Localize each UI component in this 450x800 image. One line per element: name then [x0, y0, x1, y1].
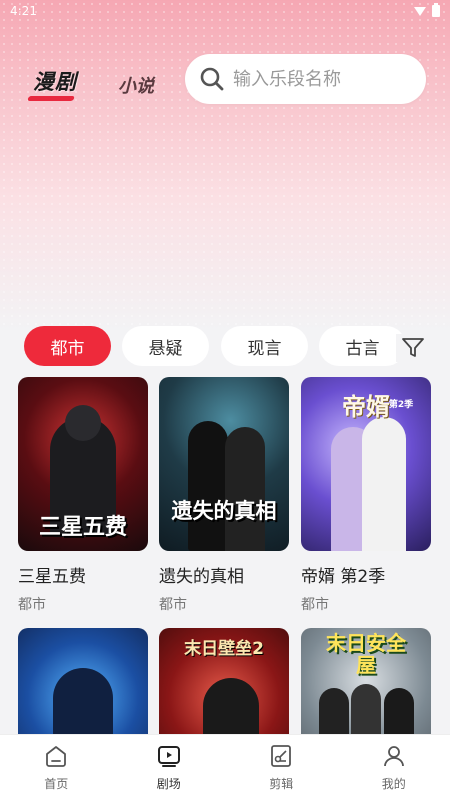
search-input[interactable] — [233, 68, 413, 90]
drama-card[interactable]: 遗失的真相 遗失的真相 都市 — [159, 377, 289, 614]
category-chip-xuanyi[interactable]: 悬疑 — [122, 326, 209, 366]
drama-title: 遗失的真相 — [159, 567, 244, 587]
cover-title: 遗失的真相 — [171, 499, 277, 523]
top-header: 漫剧 小说 — [0, 52, 450, 108]
drama-cover: 遗失的真相 — [159, 377, 289, 551]
search-bar[interactable] — [185, 54, 426, 104]
status-bar: 4:21 — [0, 0, 450, 22]
drama-cover: 帝婿 第2季 — [301, 377, 431, 551]
status-icons — [414, 3, 440, 17]
nav-home-label: 首页 — [44, 777, 69, 791]
cover-subtitle: 第2季 — [388, 400, 414, 410]
active-tab-indicator — [27, 96, 75, 101]
drama-cover: 三星五费 — [18, 377, 148, 551]
tab-drama[interactable]: 漫剧 — [24, 64, 86, 98]
category-chip-dushi[interactable]: 都市 — [24, 326, 111, 366]
drama-card[interactable]: 三星五费 三星五费 都市 — [18, 377, 148, 614]
tab-drama-label: 漫剧 — [33, 70, 77, 94]
nav-theater-label: 剧场 — [156, 777, 181, 791]
cover-title: 末日安全屋 — [326, 631, 406, 677]
nav-edit-label: 剪辑 — [269, 777, 294, 791]
category-chip-guyan[interactable]: 古言 — [319, 326, 406, 366]
status-time: 4:21 — [10, 4, 37, 18]
category-tabs: 都市 悬疑 现言 古言 — [0, 326, 450, 366]
header-background — [0, 0, 450, 330]
category-chip-xianyan[interactable]: 现言 — [221, 326, 308, 366]
tab-novel[interactable]: 小说 — [118, 72, 154, 98]
theater-icon — [157, 746, 180, 767]
edit-icon — [271, 745, 292, 767]
cover-title: 末日壁垒2 — [184, 639, 264, 659]
drama-title: 三星五费 — [18, 567, 86, 587]
bottom-navigation: 首页 剧场 剪辑 我的 — [0, 734, 450, 800]
nav-edit[interactable]: 剪辑 — [225, 735, 338, 800]
search-icon — [200, 67, 224, 91]
drama-tag: 都市 — [18, 597, 46, 613]
nav-theater[interactable]: 剧场 — [113, 735, 226, 800]
drama-card[interactable]: 帝婿 第2季 帝婿 第2季 都市 — [301, 377, 431, 614]
filter-icon — [402, 338, 424, 357]
nav-home[interactable]: 首页 — [0, 735, 113, 800]
home-icon — [46, 746, 67, 767]
battery-icon — [432, 3, 440, 17]
nav-profile-label: 我的 — [381, 777, 406, 791]
drama-title: 帝婿 第2季 — [301, 567, 386, 587]
profile-icon — [383, 746, 404, 767]
filter-button[interactable] — [396, 334, 430, 362]
wifi-icon — [414, 6, 426, 16]
nav-profile[interactable]: 我的 — [338, 735, 450, 800]
drama-tag: 都市 — [301, 597, 329, 613]
cover-title: 三星五费 — [38, 515, 127, 540]
drama-tag: 都市 — [159, 597, 187, 613]
